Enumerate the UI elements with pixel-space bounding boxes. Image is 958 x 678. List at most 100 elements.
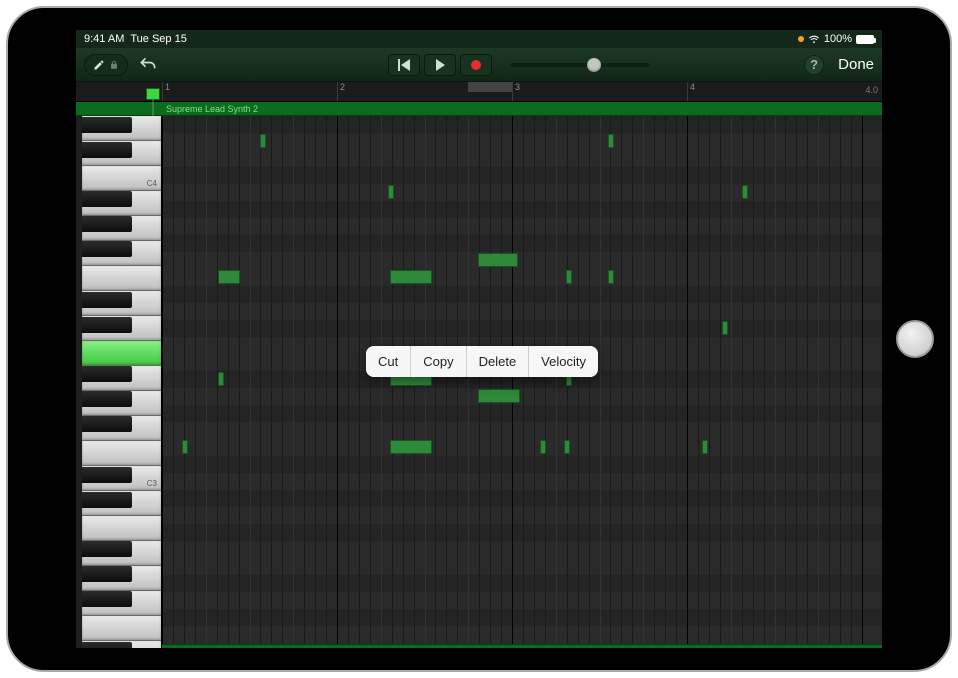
playhead[interactable] [146, 88, 160, 100]
barline [512, 116, 513, 648]
context-menu-delete[interactable]: Delete [467, 346, 530, 377]
gridline [610, 116, 611, 648]
black-key[interactable] [82, 317, 132, 333]
edit-mode-toggle[interactable] [84, 54, 128, 76]
gridline [676, 116, 677, 648]
white-key[interactable] [82, 441, 161, 466]
gridline [501, 116, 502, 648]
black-key[interactable] [82, 241, 132, 257]
gridline [490, 116, 491, 648]
black-key[interactable] [82, 142, 132, 158]
status-date: Tue Sep 15 [130, 33, 186, 45]
gridline [195, 116, 196, 648]
gridline [720, 116, 721, 648]
horizontal-scrollbar[interactable] [162, 644, 882, 648]
midi-note[interactable] [742, 185, 748, 199]
midi-note[interactable] [390, 270, 432, 284]
midi-note[interactable] [608, 134, 614, 148]
record-button[interactable] [460, 54, 492, 76]
gridline [775, 116, 776, 648]
battery-icon [856, 35, 874, 44]
bar-label-2: 2 [340, 82, 345, 92]
white-key[interactable] [82, 516, 161, 541]
midi-note[interactable] [566, 270, 572, 284]
lock-icon [109, 60, 119, 70]
black-key[interactable] [82, 591, 132, 607]
gridline [731, 116, 732, 648]
gridline [556, 116, 557, 648]
midi-note[interactable] [608, 270, 614, 284]
home-button[interactable] [896, 320, 934, 358]
gridline [457, 116, 458, 648]
help-button[interactable]: ? [804, 55, 824, 75]
midi-note[interactable] [540, 440, 546, 454]
black-key[interactable] [82, 117, 132, 133]
gridline [621, 116, 622, 648]
midi-note[interactable] [722, 321, 728, 335]
midi-note[interactable] [218, 372, 224, 386]
context-menu-copy[interactable]: Copy [411, 346, 466, 377]
battery-percent: 100% [824, 33, 852, 45]
black-key[interactable] [82, 292, 132, 308]
black-key[interactable] [82, 191, 132, 207]
gridline [796, 116, 797, 648]
midi-note[interactable] [182, 440, 188, 454]
midi-note[interactable] [390, 440, 432, 454]
black-key[interactable] [82, 541, 132, 557]
gridline [326, 116, 327, 648]
gridline [173, 116, 174, 648]
rewind-button[interactable] [388, 54, 420, 76]
done-button[interactable]: Done [838, 56, 874, 73]
white-key[interactable] [82, 616, 161, 641]
black-key[interactable] [82, 467, 132, 483]
midi-note[interactable] [478, 389, 520, 403]
master-volume-slider[interactable] [510, 63, 650, 67]
gridline [829, 116, 830, 648]
midi-note[interactable] [702, 440, 708, 454]
black-key[interactable] [82, 642, 132, 648]
gridline [632, 116, 633, 648]
play-button[interactable] [424, 54, 456, 76]
loop-region[interactable] [468, 82, 512, 92]
black-key[interactable] [82, 416, 132, 432]
midi-note[interactable] [218, 270, 240, 284]
black-key[interactable] [82, 216, 132, 232]
region-header[interactable]: Supreme Lead Synth 2 [76, 102, 882, 116]
black-key[interactable] [82, 391, 132, 407]
note-grid[interactable] [162, 116, 882, 648]
context-menu-velocity[interactable]: Velocity [529, 346, 598, 377]
gridline [315, 116, 316, 648]
gridline [293, 116, 294, 648]
undo-button[interactable] [138, 55, 158, 75]
white-key[interactable]: C4 [82, 166, 161, 191]
gridline [348, 116, 349, 648]
pencil-icon [93, 59, 105, 71]
region-name: Supreme Lead Synth 2 [166, 104, 258, 114]
gridline [479, 116, 480, 648]
piano-keyboard[interactable]: C4 C3 [76, 116, 162, 648]
volume-knob[interactable] [587, 58, 601, 72]
black-key[interactable] [82, 366, 132, 382]
context-menu: Cut Copy Delete Velocity [366, 346, 598, 377]
midi-note[interactable] [564, 440, 570, 454]
gridline [665, 116, 666, 648]
gridline [545, 116, 546, 648]
white-key[interactable] [82, 266, 161, 291]
recording-indicator-dot [798, 36, 804, 42]
gridline [523, 116, 524, 648]
bar-label-4: 4 [690, 82, 695, 92]
barline [862, 116, 863, 648]
black-key[interactable] [82, 566, 132, 582]
gridline [840, 116, 841, 648]
midi-note[interactable] [478, 253, 518, 267]
midi-note[interactable] [388, 185, 394, 199]
timeline-ruler[interactable]: 1 2 3 4 4.0 [76, 82, 882, 102]
white-key[interactable] [82, 341, 161, 366]
gridline [818, 116, 819, 648]
midi-note[interactable] [260, 134, 266, 148]
gridline [851, 116, 852, 648]
toolbar: ? Done [76, 48, 882, 82]
context-menu-cut[interactable]: Cut [366, 346, 411, 377]
key-label: C3 [147, 479, 157, 488]
black-key[interactable] [82, 492, 132, 508]
